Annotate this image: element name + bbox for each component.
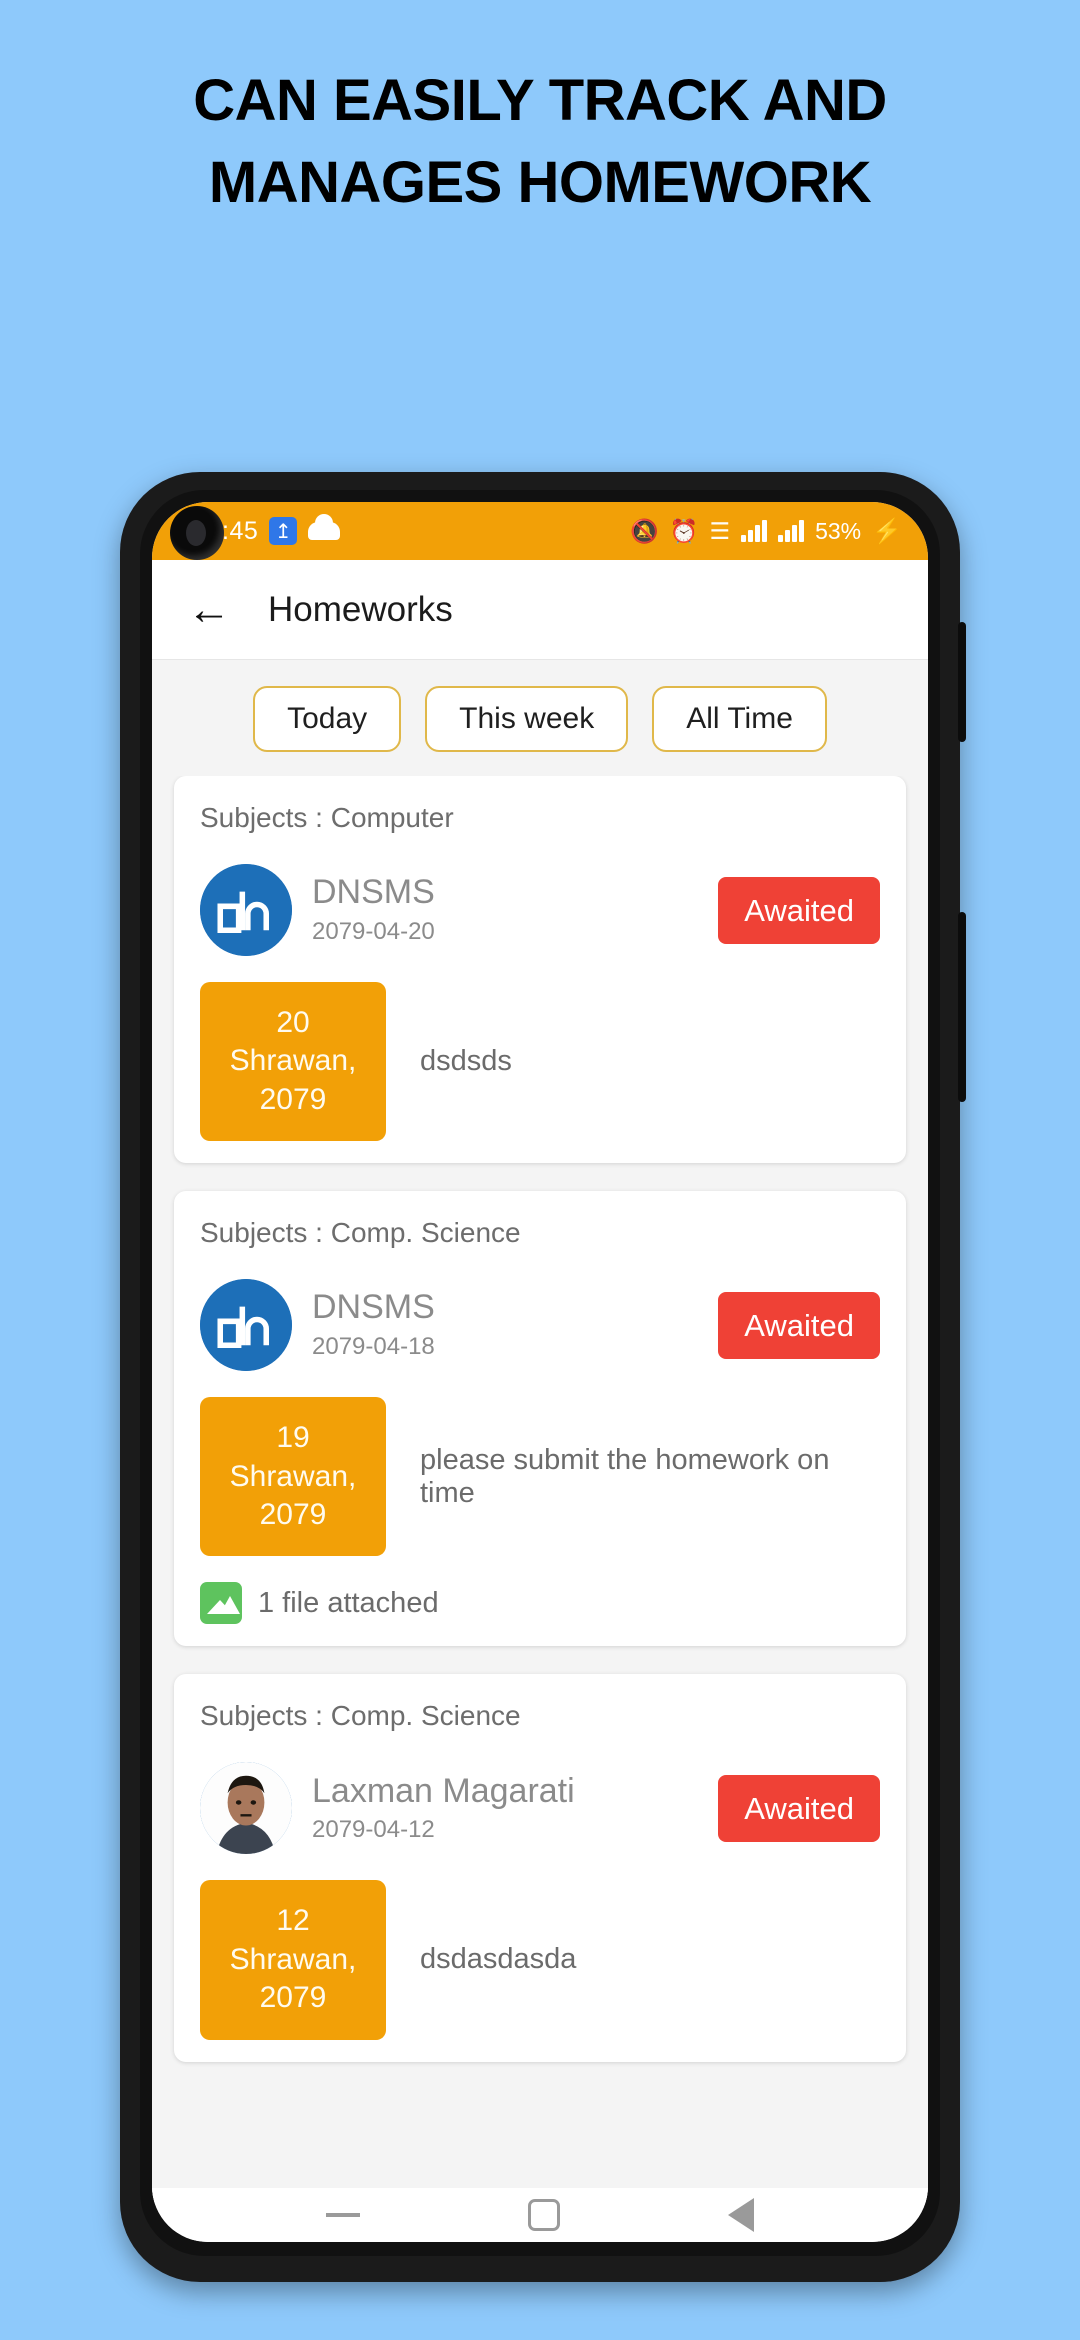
phone-screen: :45 🔕 ⏰ ☰ 53% ⚡ ← Homeworks (152, 502, 928, 2242)
image-file-icon (200, 1582, 242, 1625)
card-subject: Subjects : Comp. Science (200, 1700, 521, 1732)
card-header-row: Laxman Magarati 2079-04-12 Awaited (200, 1762, 880, 1855)
card-detail-row: 20 Shrawan, 2079 dsdsds (200, 982, 880, 1142)
card-description: dsdsds (420, 1045, 512, 1078)
cloud-icon (308, 514, 341, 540)
status-badge[interactable]: Awaited (718, 1291, 880, 1359)
card-person-name: DNSMS (312, 1288, 435, 1327)
status-bar-clock: :45 (222, 516, 259, 545)
due-date-month: Shrawan, (229, 1942, 357, 1976)
homework-card[interactable]: Subjects : Comp. Science DNSMS 2079-04-1… (174, 1191, 906, 1647)
promo-headline-line2: MANAGES HOMEWORK (208, 150, 872, 215)
page-title: Homeworks (268, 589, 453, 629)
due-date-day: 19 (276, 1421, 310, 1455)
recents-icon[interactable] (326, 2213, 360, 2217)
status-badge[interactable]: Awaited (718, 1774, 880, 1842)
back-arrow-icon[interactable]: ← (178, 579, 240, 641)
dnsms-logo-icon (200, 864, 292, 956)
card-subject: Subjects : Computer (200, 802, 454, 833)
app-bar: ← Homeworks (152, 560, 928, 660)
card-description: please submit the homework on time (420, 1443, 830, 1509)
due-date-month: Shrawan, (229, 1044, 357, 1078)
card-person-meta: DNSMS 2079-04-18 (312, 1289, 718, 1360)
due-date-month: Shrawan, (229, 1459, 357, 1493)
card-header-row: DNSMS 2079-04-20 Awaited (200, 864, 880, 956)
card-detail-row: 19 Shrawan, 2079 please submit the homew… (200, 1397, 880, 1557)
card-person-meta: Laxman Magarati 2079-04-12 (312, 1771, 718, 1844)
wifi-icon: ☰ (709, 517, 731, 544)
status-bar: :45 🔕 ⏰ ☰ 53% ⚡ (152, 502, 928, 560)
card-subject: Subjects : Comp. Science (200, 1217, 521, 1249)
card-detail-row: 12 Shrawan, 2079 dsdasdasda (200, 1880, 880, 2040)
attachment-row[interactable]: 1 file attached (200, 1582, 880, 1625)
card-header-row: DNSMS 2079-04-18 Awaited (200, 1279, 880, 1372)
power-button[interactable] (958, 912, 966, 1102)
bell-off-icon: 🔕 (630, 517, 659, 544)
due-date-year: 2079 (259, 1981, 327, 2015)
bolt-icon: ⚡ (872, 517, 902, 545)
battery-percent: 53% (815, 517, 862, 544)
card-person-date: 2079-04-20 (312, 917, 435, 945)
card-person-meta: DNSMS 2079-04-20 (312, 873, 718, 945)
card-person-date: 2079-04-12 (312, 1816, 435, 1844)
promo-headline-line1: CAN EASILY TRACK AND (193, 68, 887, 133)
homework-card[interactable]: Subjects : Comp. Science Laxman Magarati… (174, 1674, 906, 2062)
due-date-tile: 19 Shrawan, 2079 (200, 1397, 386, 1557)
due-date-year: 2079 (259, 1082, 327, 1116)
status-bar-right: 🔕 ⏰ ☰ 53% ⚡ (630, 517, 902, 546)
due-date-tile: 12 Shrawan, 2079 (200, 1880, 386, 2040)
status-badge[interactable]: Awaited (718, 876, 880, 944)
camera-cutout (170, 506, 224, 560)
home-icon[interactable] (528, 2199, 560, 2231)
filter-chip-all-time[interactable]: All Time (652, 686, 827, 752)
due-date-day: 20 (276, 1006, 310, 1039)
filter-chip-this-week[interactable]: This week (425, 686, 629, 752)
avatar (200, 1762, 292, 1855)
card-person-date: 2079-04-18 (312, 1332, 435, 1360)
signal-bars-icon-2 (778, 520, 805, 542)
phone-mockup: :45 🔕 ⏰ ☰ 53% ⚡ ← Homeworks (120, 472, 966, 2282)
due-date-tile: 20 Shrawan, 2079 (200, 982, 386, 1142)
homework-card[interactable]: Subjects : Computer DNSMS 2079-04-20 Awa… (174, 776, 906, 1164)
back-triangle-icon[interactable] (728, 2198, 754, 2232)
status-bar-left: :45 (222, 514, 341, 546)
homework-list[interactable]: Subjects : Computer DNSMS 2079-04-20 Awa… (152, 776, 928, 2206)
phone-bezel: :45 🔕 ⏰ ☰ 53% ⚡ ← Homeworks (140, 490, 940, 2256)
due-date-day: 12 (276, 1904, 310, 1938)
due-date-year: 2079 (259, 1497, 327, 1531)
alarm-icon: ⏰ (669, 517, 699, 544)
card-description: dsdasdasda (420, 1943, 577, 1976)
usb-icon (269, 517, 298, 545)
filter-chip-today[interactable]: Today (253, 686, 402, 752)
signal-bars-icon (741, 520, 768, 542)
android-nav-bar (152, 2188, 928, 2242)
card-person-name: Laxman Magarati (312, 1771, 575, 1810)
volume-button[interactable] (958, 622, 966, 742)
promo-headline: CAN EASILY TRACK AND MANAGES HOMEWORK (0, 68, 1080, 216)
attachment-label: 1 file attached (258, 1586, 439, 1619)
dnsms-logo-icon (200, 1279, 292, 1372)
card-person-name: DNSMS (312, 873, 435, 912)
filter-chip-row: Today This week All Time (152, 660, 928, 776)
